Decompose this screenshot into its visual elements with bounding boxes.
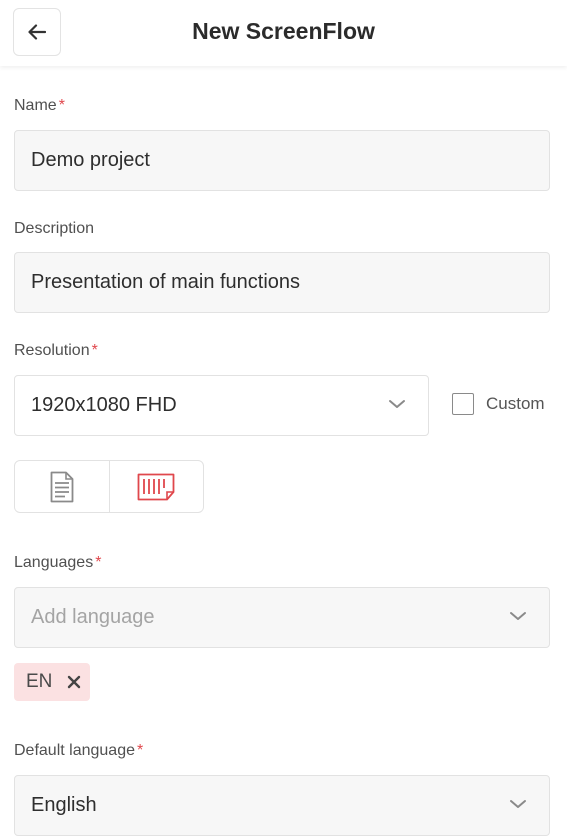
resolution-select[interactable]: 1920x1080 FHD [14,375,429,436]
required-mark: * [91,342,98,359]
resolution-label-text: Resolution [14,342,90,359]
landscape-document-icon [137,473,175,500]
portrait-orientation-button[interactable] [15,461,109,512]
default-language-label-text: Default language [14,742,135,759]
default-language-selected-value: English [31,794,97,816]
chevron-down-icon [510,612,526,620]
add-language-placeholder: Add language [31,606,155,628]
languages-label-text: Languages [14,554,94,571]
top-bar: New ScreenFlow [0,0,567,66]
default-language-select[interactable]: English [14,775,550,836]
chevron-down-icon [510,800,526,808]
remove-language-button[interactable] [66,674,82,690]
name-input[interactable]: Demo project [14,130,550,191]
resolution-selected-value: 1920x1080 FHD [31,394,177,416]
close-icon [68,675,81,689]
required-mark: * [95,554,102,571]
custom-resolution-label[interactable]: Custom [486,394,545,414]
required-mark: * [136,742,144,759]
custom-resolution-checkbox[interactable] [452,393,474,415]
language-tag-en: EN [14,663,90,701]
name-label: Name * [14,96,65,116]
required-mark: * [58,97,65,114]
landscape-orientation-button[interactable] [108,461,204,512]
page-title: New ScreenFlow [192,18,375,44]
languages-label: Languages * [14,553,101,573]
default-language-label: Default language * [14,741,143,761]
add-language-select[interactable]: Add language [14,587,550,648]
name-label-text: Name [14,97,57,114]
description-label: Description [14,220,95,237]
orientation-toggle-group [14,460,204,513]
portrait-document-icon [50,471,74,502]
resolution-label: Resolution * [14,341,98,361]
language-tag-label: EN [26,671,53,692]
description-input[interactable]: Presentation of main functions [14,252,550,313]
chevron-down-icon [389,400,405,408]
